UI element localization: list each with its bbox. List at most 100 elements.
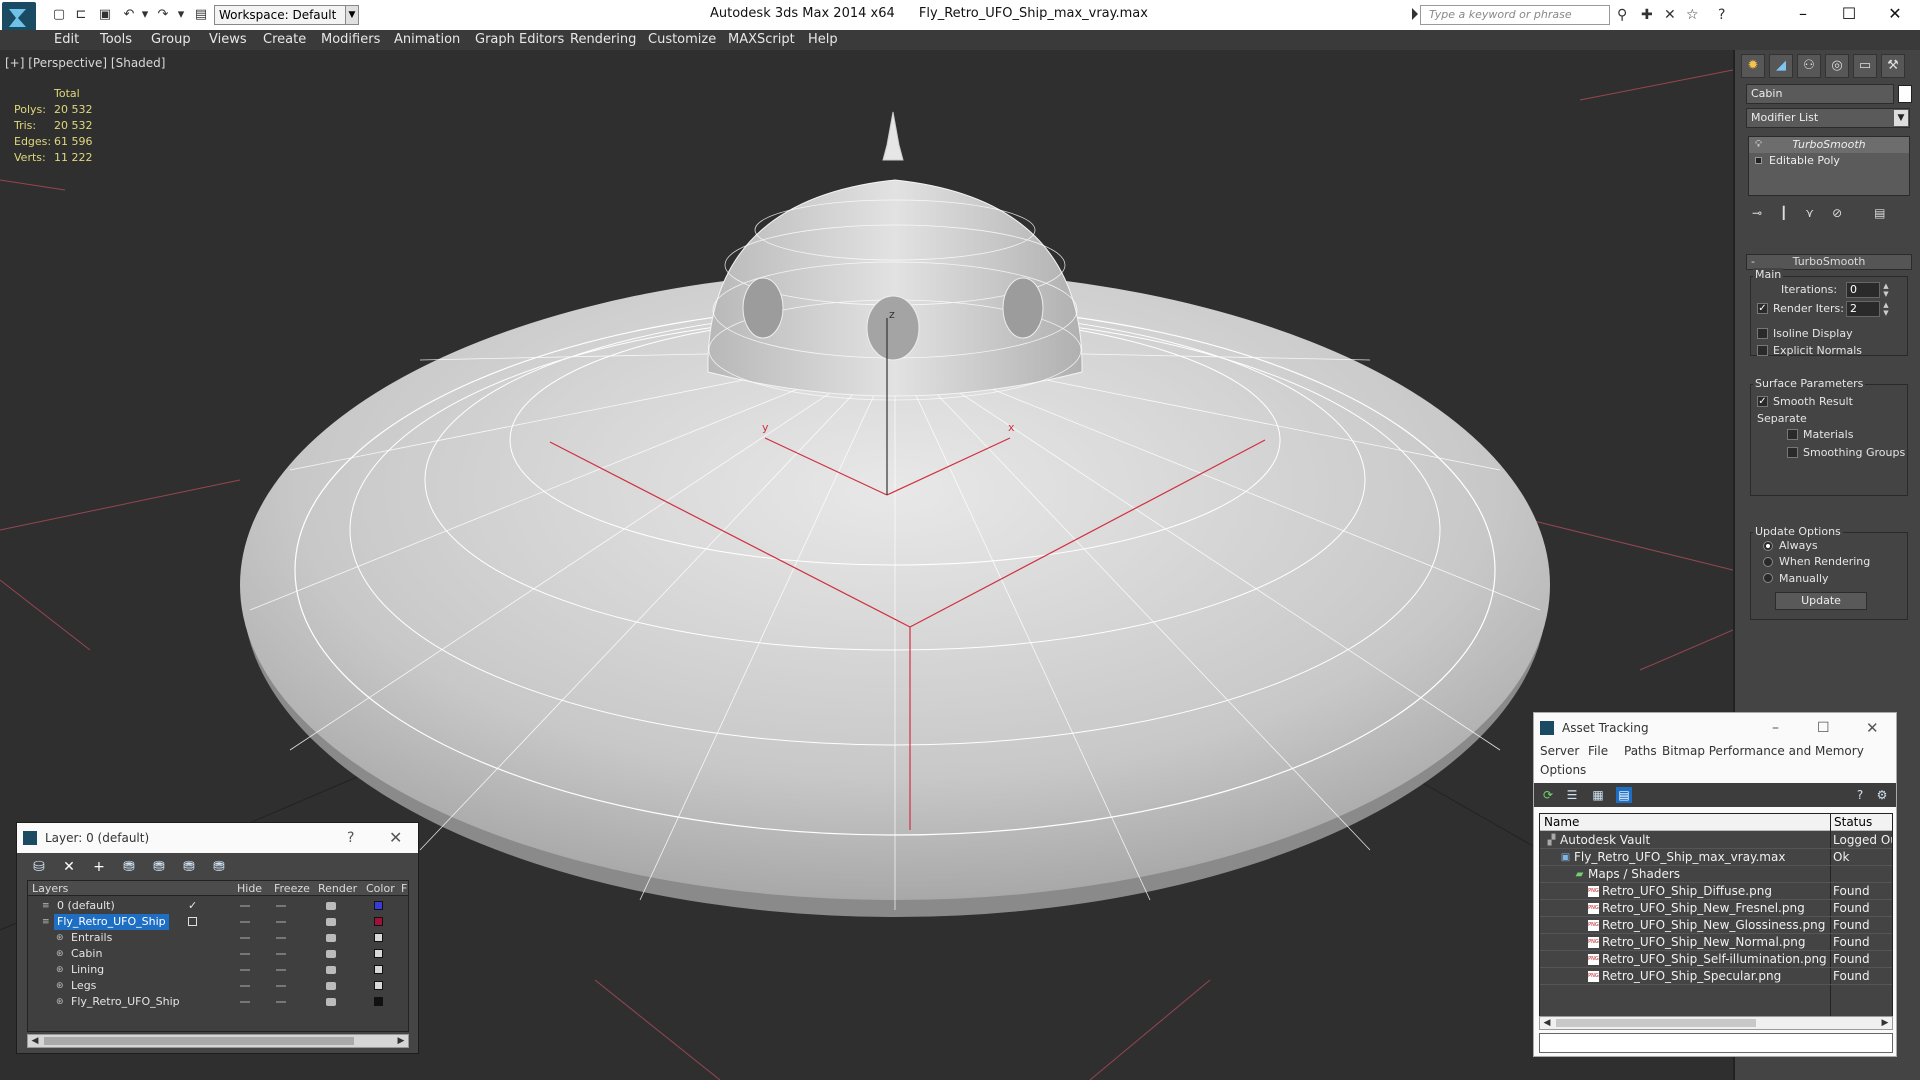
asset-row[interactable]: PNG Retro_UFO_Ship_New_Glossiness.png Foun… xyxy=(1540,917,1892,934)
close-icon[interactable]: ✕ xyxy=(389,823,402,853)
scroll-thumb[interactable] xyxy=(44,1037,354,1045)
freeze-toggle[interactable] xyxy=(276,921,286,923)
layer-color-swatch[interactable] xyxy=(374,933,383,942)
asset-row[interactable]: PNG Retro_UFO_Ship_New_Fresnel.png Found xyxy=(1540,900,1892,917)
search-input[interactable]: Type a keyword or phrase xyxy=(1420,5,1610,25)
pin-stack-icon[interactable]: ⊸ xyxy=(1752,206,1762,220)
layer-name[interactable]: Lining xyxy=(68,962,107,978)
menu-rendering[interactable]: Rendering xyxy=(570,32,636,47)
save-icon[interactable]: ▣ xyxy=(96,6,114,24)
asset-menu-file[interactable]: File xyxy=(1588,744,1608,758)
col-color[interactable]: Color xyxy=(366,882,395,895)
col-layers[interactable]: Layers xyxy=(32,882,68,895)
scroll-left-icon[interactable]: ◀ xyxy=(1541,1017,1553,1029)
layer-color-swatch[interactable] xyxy=(374,965,383,974)
layer-name[interactable]: Fly_Retro_UFO_Ship xyxy=(54,914,169,930)
make-unique-icon[interactable]: ⋎ xyxy=(1805,206,1814,220)
layer-name[interactable]: Entrails xyxy=(68,930,115,946)
freeze-toggle[interactable] xyxy=(276,937,286,939)
motion-tab-icon[interactable]: ◎ xyxy=(1825,54,1849,78)
object-name-field[interactable]: Cabin xyxy=(1746,84,1894,104)
settings-icon[interactable]: ⚙ xyxy=(1874,787,1890,803)
freeze-toggle[interactable] xyxy=(276,905,286,907)
asset-row[interactable]: ▣ Fly_Retro_UFO_Ship_max_vray.max Ok xyxy=(1540,849,1892,866)
freeze-toggle[interactable] xyxy=(276,969,286,971)
hide-toggle[interactable] xyxy=(240,905,250,907)
col-extra[interactable]: F xyxy=(401,882,407,895)
asset-row[interactable]: ▰ Maps / Shaders xyxy=(1540,866,1892,883)
asset-menu-options[interactable]: Options xyxy=(1540,763,1586,777)
viewport-label[interactable]: [+] [Perspective] [Shaded] xyxy=(5,56,165,70)
freeze-all-icon[interactable]: ⛃ xyxy=(209,857,229,877)
col-render[interactable]: Render xyxy=(318,882,357,895)
refresh-icon[interactable]: ⟳ xyxy=(1540,787,1556,803)
close-icon[interactable]: ✕ xyxy=(1872,0,1918,30)
manually-radio[interactable] xyxy=(1763,573,1773,583)
modify-tab-icon[interactable]: ◢ xyxy=(1769,54,1793,78)
hide-toggle[interactable] xyxy=(240,937,250,939)
hide-toggle[interactable] xyxy=(240,985,250,987)
teapot-render-icon[interactable] xyxy=(326,918,336,926)
menu-create[interactable]: Create xyxy=(263,32,306,47)
layer-name[interactable]: 0 (default) xyxy=(54,898,118,914)
layer-row[interactable]: ≡ 0 (default) ✓ xyxy=(28,898,408,914)
help-icon[interactable]: ? xyxy=(1852,787,1868,803)
workspace-select[interactable]: Workspace: Default ▼ xyxy=(214,5,359,25)
remove-modifier-icon[interactable]: ⊘ xyxy=(1832,206,1842,220)
layer-color-swatch[interactable] xyxy=(374,901,383,910)
project-folder-icon[interactable]: ▤ xyxy=(192,6,210,24)
layer-row[interactable]: ⊛ Legs xyxy=(28,978,408,994)
update-button[interactable]: Update xyxy=(1775,592,1867,610)
render-iters-checkbox[interactable]: ✓ xyxy=(1757,303,1768,314)
menu-group[interactable]: Group xyxy=(151,32,191,47)
menu-animation[interactable]: Animation xyxy=(394,32,460,47)
hide-toggle[interactable] xyxy=(240,1001,250,1003)
delete-layer-icon[interactable]: ✕ xyxy=(59,857,79,877)
list-view-icon[interactable]: ☰ xyxy=(1564,787,1580,803)
asset-menu-server[interactable]: Server xyxy=(1540,744,1579,758)
search-expand-icon[interactable] xyxy=(1412,8,1418,20)
smoothing-groups-checkbox[interactable] xyxy=(1787,447,1798,458)
asset-menu-bitmap[interactable]: Bitmap Performance and Memory xyxy=(1662,744,1864,758)
when-rendering-radio[interactable] xyxy=(1763,557,1773,567)
thumbnail-view-icon[interactable]: ▦ xyxy=(1590,787,1606,803)
layer-name[interactable]: Legs xyxy=(68,978,99,994)
asset-row[interactable]: ▞ Autodesk Vault Logged Ou xyxy=(1540,832,1892,849)
hide-toggle[interactable] xyxy=(240,953,250,955)
layer-row[interactable]: ⊛ Lining xyxy=(28,962,408,978)
hierarchy-tab-icon[interactable]: ⚇ xyxy=(1797,54,1821,78)
open-file-icon[interactable]: ⊏ xyxy=(72,6,90,24)
freeze-toggle[interactable] xyxy=(276,953,286,955)
scroll-right-icon[interactable]: ▶ xyxy=(1879,1017,1891,1029)
communication-center-icon[interactable]: ✚ xyxy=(1641,7,1653,23)
help-icon[interactable]: ? xyxy=(347,823,354,853)
col-hide[interactable]: Hide xyxy=(237,882,262,895)
menu-maxscript[interactable]: MAXScript xyxy=(728,32,795,47)
new-file-icon[interactable]: ▢ xyxy=(50,6,68,24)
layer-row[interactable]: ⊛ Cabin xyxy=(28,946,408,962)
select-objects-icon[interactable]: ⛃ xyxy=(119,857,139,877)
layer-dialog-title-bar[interactable]: Layer: 0 (default) ? ✕ xyxy=(17,823,418,853)
create-tab-icon[interactable]: ✹ xyxy=(1741,54,1765,78)
menu-modifiers[interactable]: Modifiers xyxy=(321,32,380,47)
teapot-render-icon[interactable] xyxy=(326,998,336,1006)
add-to-layer-icon[interactable]: + xyxy=(89,857,109,877)
favorites-star-icon[interactable]: ☆ xyxy=(1686,7,1699,23)
asset-row[interactable]: PNG Retro_UFO_Ship_Diffuse.png Found xyxy=(1540,883,1892,900)
chevron-down-icon[interactable]: ▼ xyxy=(345,5,359,25)
teapot-render-icon[interactable] xyxy=(326,902,336,910)
redo-icon[interactable]: ↷ xyxy=(154,6,172,24)
undo-dropdown-icon[interactable]: ▾ xyxy=(136,6,154,24)
teapot-render-icon[interactable] xyxy=(326,934,336,942)
redo-dropdown-icon[interactable]: ▾ xyxy=(172,6,190,24)
layer-color-swatch[interactable] xyxy=(374,997,383,1006)
configure-modifier-sets-icon[interactable]: ▤ xyxy=(1874,206,1885,220)
iterations-spinner[interactable]: 0 xyxy=(1846,282,1880,298)
signin-icon[interactable]: ✕ xyxy=(1664,7,1676,23)
teapot-render-icon[interactable] xyxy=(326,982,336,990)
scroll-left-icon[interactable]: ◀ xyxy=(29,1035,41,1047)
asset-horizontal-scrollbar[interactable]: ◀ ▶ xyxy=(1539,1016,1893,1030)
menu-edit[interactable]: Edit xyxy=(54,32,79,47)
smooth-result-checkbox[interactable]: ✓ xyxy=(1757,396,1768,407)
layer-row[interactable]: ≡ Fly_Retro_UFO_Ship xyxy=(28,914,408,930)
